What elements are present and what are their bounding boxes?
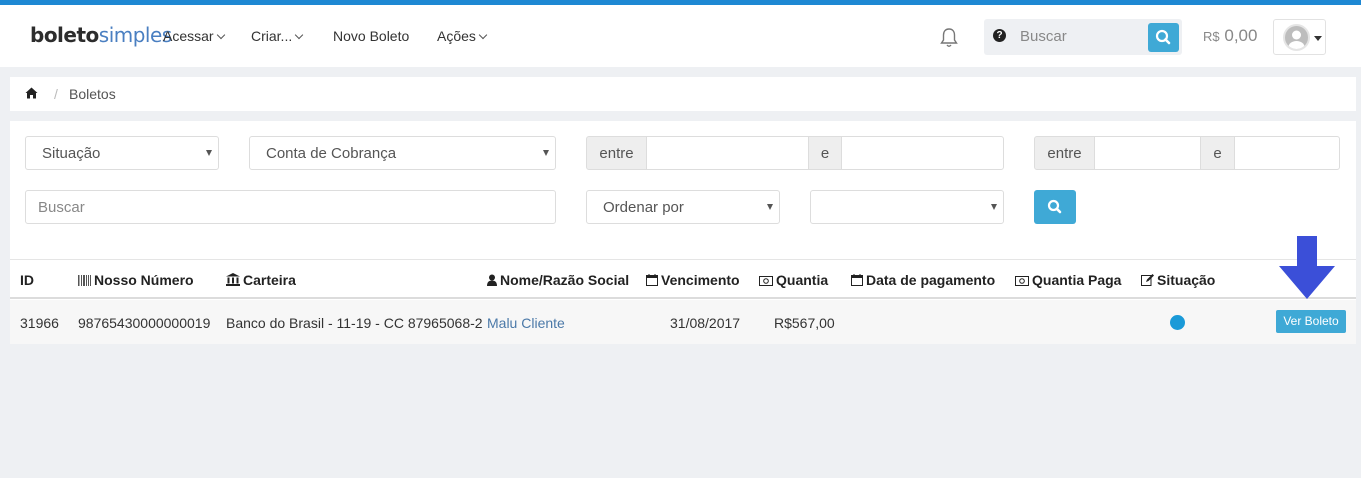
nav-acessar[interactable]: Acessar bbox=[163, 28, 225, 44]
cell-vencimento: 31/08/2017 bbox=[670, 315, 741, 331]
header-search-button[interactable] bbox=[1148, 23, 1179, 52]
chevron-down-icon bbox=[294, 30, 304, 40]
column-quantia-paga[interactable]: Quantia Paga bbox=[1015, 272, 1121, 288]
nav-acoes[interactable]: Ações bbox=[437, 28, 488, 44]
ver-boleto-button[interactable]: Ver Boleto bbox=[1276, 310, 1346, 333]
breadcrumb: / Boletos bbox=[10, 77, 1356, 111]
user-menu-button[interactable] bbox=[1273, 19, 1326, 55]
nav-criar[interactable]: Criar... bbox=[251, 28, 304, 44]
cell-carteira: Banco do Brasil - 11-19 - CC 87965068-2 bbox=[226, 315, 483, 331]
user-icon bbox=[487, 274, 497, 286]
column-quantia[interactable]: Quantia bbox=[759, 272, 828, 288]
table-row: 31966 98765430000000019 Banco do Brasil … bbox=[10, 300, 1356, 344]
breadcrumb-current: Boletos bbox=[69, 86, 116, 102]
caret-down-icon bbox=[206, 150, 212, 156]
column-carteira[interactable]: Carteira bbox=[226, 272, 296, 288]
range1-end-input[interactable] bbox=[841, 136, 1004, 170]
range2-end-input[interactable] bbox=[1234, 136, 1340, 170]
barcode-icon bbox=[78, 275, 91, 286]
caret-down-icon bbox=[543, 150, 549, 156]
ordem-select[interactable] bbox=[810, 190, 1004, 224]
table-header: ID Nosso Número Carteira Nome/Razão Soci… bbox=[10, 259, 1356, 299]
column-vencimento[interactable]: Vencimento bbox=[646, 272, 740, 288]
column-situacao[interactable]: Situação bbox=[1141, 272, 1215, 288]
caret-down-icon bbox=[767, 204, 773, 210]
filter-search-button[interactable] bbox=[1034, 190, 1076, 224]
chevron-down-icon bbox=[216, 30, 225, 40]
ordenar-por-select[interactable]: Ordenar por bbox=[586, 190, 780, 224]
edit-icon bbox=[1141, 274, 1154, 286]
arrow-down-annotation-icon bbox=[1279, 236, 1335, 299]
range1-start-input[interactable] bbox=[646, 136, 809, 170]
chevron-down-icon bbox=[478, 30, 488, 40]
avatar bbox=[1283, 24, 1310, 51]
column-nosso-numero[interactable]: Nosso Número bbox=[78, 272, 194, 288]
caret-down-icon bbox=[1314, 36, 1322, 41]
cell-quantia: R$567,00 bbox=[774, 315, 835, 331]
help-icon[interactable]: ? bbox=[993, 29, 1006, 42]
bank-icon bbox=[226, 273, 240, 286]
breadcrumb-separator: / bbox=[54, 86, 58, 102]
caret-down-icon bbox=[991, 204, 997, 210]
money-icon bbox=[759, 276, 773, 286]
range2-prefix: entre bbox=[1034, 136, 1095, 170]
account-balance: R$ 0,00 bbox=[1203, 26, 1258, 45]
range1-prefix: entre bbox=[586, 136, 647, 170]
range1-mid: e bbox=[808, 136, 842, 170]
header-search-input[interactable]: Buscar bbox=[1020, 28, 1067, 45]
range2-mid: e bbox=[1200, 136, 1235, 170]
range2-start-input[interactable] bbox=[1094, 136, 1201, 170]
column-id[interactable]: ID bbox=[20, 272, 34, 288]
status-indicator bbox=[1170, 315, 1185, 330]
bell-icon[interactable] bbox=[939, 27, 959, 49]
header: boletosimples Acessar Criar... Novo Bole… bbox=[0, 5, 1361, 67]
search-icon bbox=[1155, 29, 1171, 45]
column-data-pagamento[interactable]: Data de pagamento bbox=[851, 272, 995, 288]
cell-nosso-numero: 98765430000000019 bbox=[78, 315, 211, 331]
column-nome[interactable]: Nome/Razão Social bbox=[487, 272, 629, 288]
header-search: ? Buscar bbox=[984, 19, 1182, 55]
user-icon bbox=[1288, 30, 1305, 49]
situacao-select[interactable]: Situação bbox=[25, 136, 219, 170]
nav-novo-boleto[interactable]: Novo Boleto bbox=[333, 28, 409, 44]
cell-id: 31966 bbox=[20, 315, 59, 331]
search-icon bbox=[1047, 199, 1062, 214]
brand-logo[interactable]: boletosimples bbox=[30, 23, 172, 47]
home-icon[interactable] bbox=[25, 87, 38, 99]
search-input[interactable]: Buscar bbox=[25, 190, 556, 224]
conta-cobranca-select[interactable]: Conta de Cobrança bbox=[249, 136, 556, 170]
money-icon bbox=[1015, 276, 1029, 286]
calendar-icon bbox=[646, 274, 658, 286]
calendar-icon bbox=[851, 274, 863, 286]
cell-nome-link[interactable]: Malu Cliente bbox=[487, 315, 565, 331]
